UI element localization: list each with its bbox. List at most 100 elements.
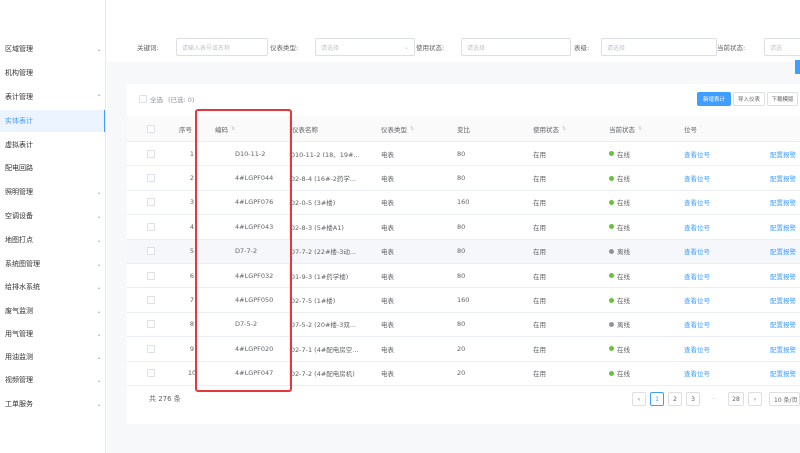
sidebar-item[interactable]: 系统图管理 ⌄ (0, 253, 105, 275)
page-3-button[interactable]: 3 (686, 392, 700, 406)
row-checkbox-cell[interactable] (147, 288, 155, 311)
row-checkbox[interactable] (147, 149, 155, 158)
table-row[interactable]: 7 4#LGPF050 D2-7-5 (1#楼) 电表 160 在用 在线 查看位号 配置报警 (127, 288, 800, 313)
row-checkbox[interactable] (147, 247, 155, 256)
configure-alarm-link[interactable]: 配置报警 (770, 215, 796, 238)
view-position-link[interactable]: 查看位号 (684, 337, 710, 360)
header-use-status[interactable]: 使用状态 ⇅ (533, 116, 566, 141)
sort-icon[interactable]: ⇅ (638, 126, 642, 132)
table-row[interactable]: 6 4#LGPF032 D1-9-3 (1#药学楼) 电表 80 在用 在线 查看位号 配置报警 (127, 264, 800, 289)
row-checkbox-cell[interactable] (147, 240, 155, 263)
row-checkbox-cell[interactable] (147, 166, 155, 189)
row-checkbox-cell[interactable] (147, 264, 155, 287)
page-1-button[interactable]: 1 (650, 392, 664, 406)
table-row[interactable]: 1 D10-11-2 D10-11-2 (18、19#... 电表 80 在用 在线 查看位号… (127, 142, 800, 167)
page-ellipsis[interactable]: ··· (707, 392, 721, 406)
sidebar-item[interactable]: 区域管理 ⌄ (0, 38, 105, 60)
search-button-edge[interactable] (795, 60, 800, 74)
view-position-link[interactable]: 查看位号 (684, 191, 710, 214)
header-code[interactable]: 编码 ⇅ (215, 116, 235, 141)
page-size-select[interactable]: 10 条/页 (769, 392, 800, 406)
header-position[interactable]: 位号 ˄ (684, 116, 703, 141)
view-position-link[interactable]: 查看位号 (684, 215, 710, 238)
sort-icon[interactable]: ⇅ (231, 126, 235, 132)
row-checkbox-cell[interactable] (147, 313, 155, 336)
sidebar-item[interactable]: 照明管理 ⌄ (0, 181, 105, 203)
prev-page-button[interactable]: ‹ (632, 392, 646, 406)
row-name: D2-7-5 (1#楼) (290, 297, 336, 306)
view-position-link[interactable]: 查看位号 (684, 264, 710, 287)
sidebar-item[interactable]: 工单服务 ⌄ (0, 393, 105, 415)
sidebar-item[interactable]: 配电回路 (0, 157, 105, 179)
sidebar-item[interactable]: 给排水系统 ⌄ (0, 276, 105, 298)
filter-input[interactable]: 请选择 (461, 38, 571, 56)
view-position-link[interactable]: 查看位号 (684, 313, 710, 336)
table-row[interactable]: 10 4#LGPF047 D2-7-2 (4#配电房机) 电表 20 在用 在线 查看位号 配置… (127, 362, 800, 386)
configure-alarm-link[interactable]: 配置报警 (770, 362, 796, 385)
configure-alarm-link[interactable]: 配置报警 (770, 166, 796, 189)
view-position-link[interactable]: 查看位号 (684, 142, 710, 165)
row-checkbox-cell[interactable] (147, 337, 155, 360)
sidebar-item[interactable]: 虚拟表计 (0, 134, 105, 156)
filter-input[interactable]: 请输入表号或名称 (176, 38, 268, 56)
sidebar-item[interactable]: 废气监测 ⌄ (0, 300, 105, 322)
configure-alarm-link[interactable]: 配置报警 (770, 337, 796, 360)
row-checkbox[interactable] (147, 198, 155, 207)
sidebar-item[interactable]: 表计管理 ⌃ (0, 86, 105, 108)
table-row[interactable]: 8 D7-5-2 D7-5-2 (20#楼-3双... 电表 80 在用 离线 查看位号 配置报… (127, 313, 800, 338)
sort-icon[interactable]: ⇅ (410, 126, 414, 132)
table-row[interactable]: 9 4#LGPF020 D2-7-1 (4#配电房空... 电表 20 在用 在线 查看位号 配… (127, 337, 800, 362)
filter-input[interactable]: 请选择 ⌄ (315, 38, 415, 56)
table-row[interactable]: 3 4#LGPF076 D2-0-5 (3#楼) 电表 160 在用 在线 查看位号 配置报警 (127, 191, 800, 216)
filter-input[interactable]: 请选 (764, 38, 800, 56)
select-all[interactable]: 全选 (已选: 0) (139, 94, 194, 104)
header-checkbox-cell[interactable] (147, 116, 155, 141)
view-position-link[interactable]: 查看位号 (684, 166, 710, 189)
add-meter-button[interactable]: 新增表计 (697, 92, 731, 106)
page-28-button[interactable]: 28 (728, 392, 744, 406)
sidebar-item[interactable]: 用气管理 ⌄ (0, 323, 105, 345)
row-checkbox[interactable] (147, 271, 155, 280)
row-checkbox[interactable] (147, 369, 155, 378)
next-page-button[interactable]: › (748, 392, 762, 406)
select-all-checkbox[interactable] (139, 95, 147, 103)
sidebar-item[interactable]: 用油监测 ⌄ (0, 346, 105, 368)
configure-alarm-link[interactable]: 配置报警 (770, 264, 796, 287)
configure-alarm-link[interactable]: 配置报警 (770, 191, 796, 214)
configure-alarm-link[interactable]: 配置报警 (770, 288, 796, 311)
row-checkbox[interactable] (147, 320, 155, 329)
row-checkbox-cell[interactable] (147, 142, 155, 165)
sidebar-item[interactable]: 空调设备 ⌄ (0, 205, 105, 227)
row-name: D2-7-1 (4#配电房空... (290, 345, 359, 354)
row-checkbox-cell[interactable] (147, 191, 155, 214)
import-meter-button[interactable]: 导入仪表 (733, 92, 765, 106)
sidebar-item[interactable]: 机构管理 (0, 62, 105, 84)
table-row[interactable]: 5 D7-7-2 D7-7-2 (22#楼-3动... 电表 80 在用 离线 查看位号 配置报… (127, 239, 800, 264)
sidebar-item[interactable]: 实体表计 (0, 110, 105, 132)
row-name: D7-7-2 (22#楼-3动... (290, 248, 357, 257)
view-position-link[interactable]: 查看位号 (684, 362, 710, 385)
row-checkbox[interactable] (147, 222, 155, 231)
configure-alarm-link[interactable]: 配置报警 (770, 142, 796, 165)
configure-alarm-link[interactable]: 配置报警 (770, 313, 796, 336)
row-checkbox-cell[interactable] (147, 362, 155, 385)
configure-alarm-link[interactable]: 配置报警 (770, 240, 796, 263)
page-2-button[interactable]: 2 (668, 392, 682, 406)
view-position-link[interactable]: 查看位号 (684, 288, 710, 311)
download-template-button[interactable]: 下载模版 (767, 92, 798, 106)
row-checkbox-cell[interactable] (147, 215, 155, 238)
header-type[interactable]: 仪表类型 ⇅ (381, 116, 414, 141)
table-row[interactable]: 4 4#LGPF043 D2-8-3 (5#楼A1) 电表 80 在用 在线 查看位号 配置报警 (127, 215, 800, 240)
row-checkbox[interactable] (147, 296, 155, 305)
sort-icon[interactable]: ˄ (700, 126, 703, 132)
view-position-link[interactable]: 查看位号 (684, 240, 710, 263)
header-current-status[interactable]: 当前状态 ⇅ (609, 116, 642, 141)
row-checkbox[interactable] (147, 174, 155, 183)
sort-icon[interactable]: ⇅ (562, 126, 566, 132)
table-row[interactable]: 2 4#LGPF044 D2-8-4 (16#-2药学... 电表 80 在用 在线 查看位号… (127, 166, 800, 191)
row-checkbox[interactable] (147, 344, 155, 353)
sidebar-item[interactable]: 视频管理 ⌄ (0, 369, 105, 391)
filter-input[interactable]: 请选择 (601, 38, 717, 56)
sidebar-item[interactable]: 地图打点 ⌄ (0, 229, 105, 251)
header-checkbox[interactable] (147, 124, 155, 133)
